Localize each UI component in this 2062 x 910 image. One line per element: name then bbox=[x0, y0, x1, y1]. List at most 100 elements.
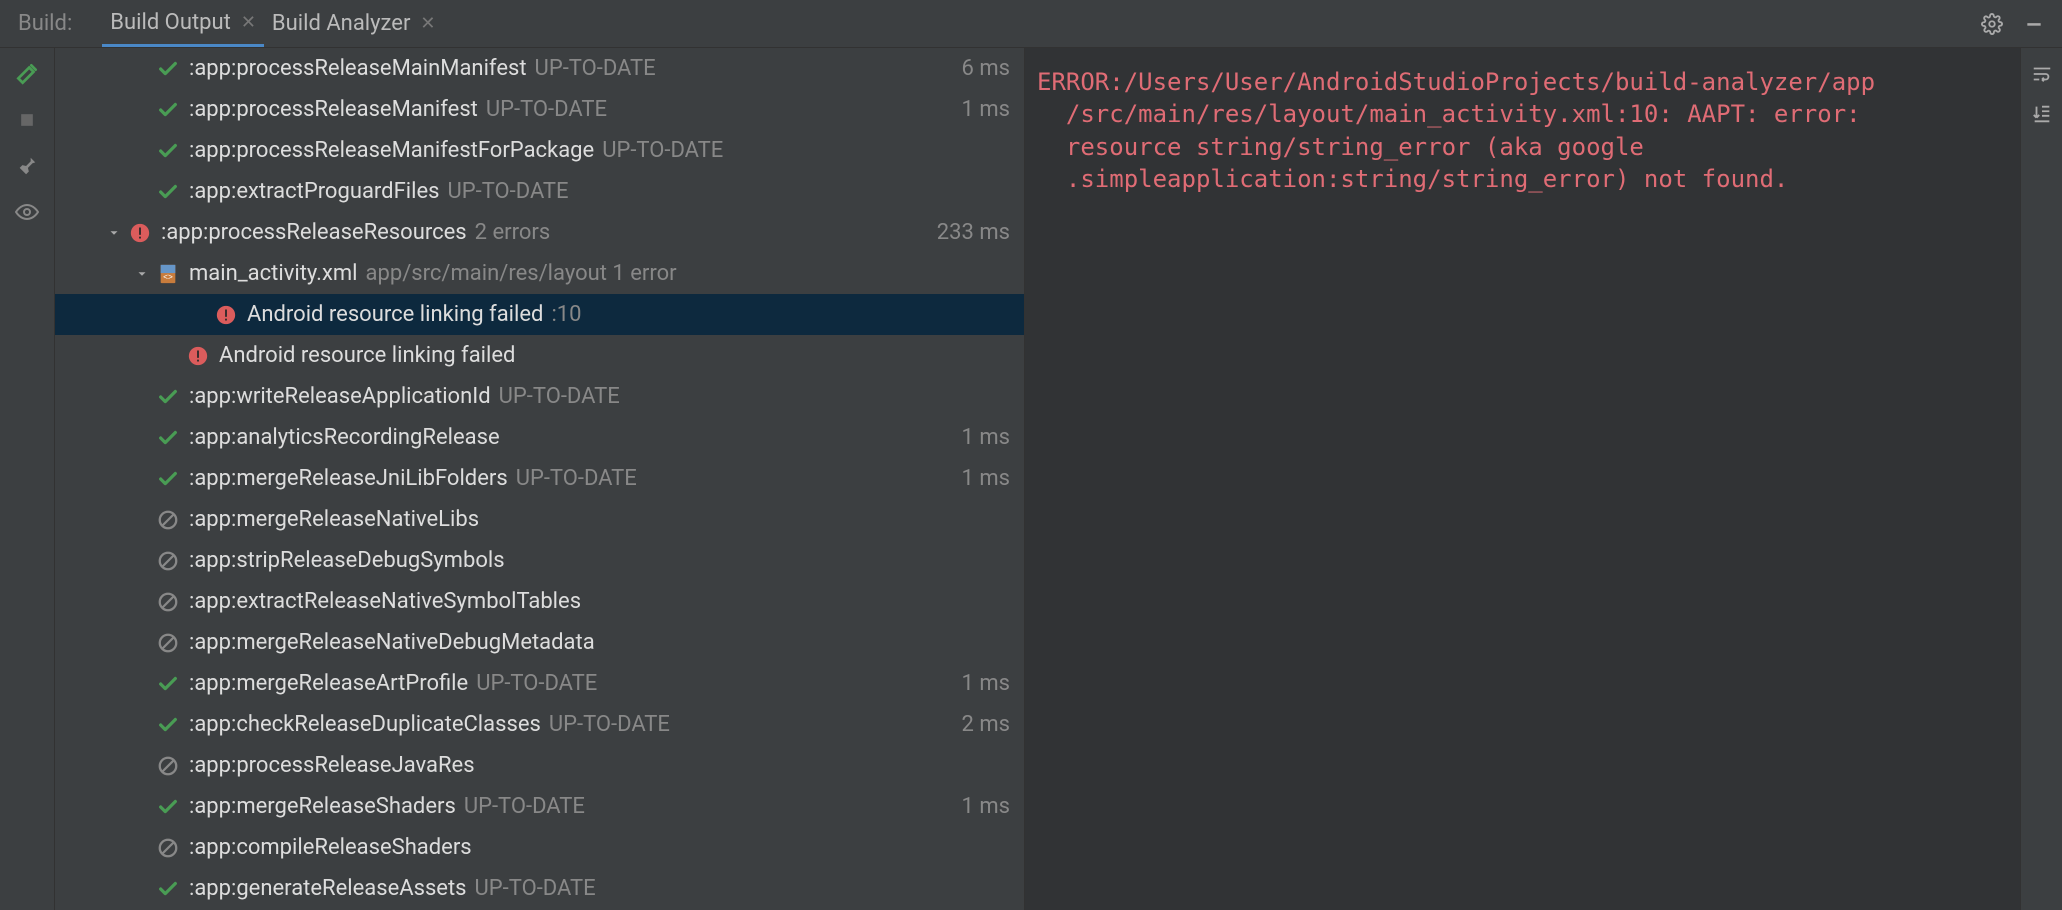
check-icon bbox=[155, 466, 181, 492]
task-name: :app:processReleaseJavaRes bbox=[189, 753, 475, 778]
tree-row[interactable]: :app:compileReleaseShaders bbox=[55, 827, 1024, 868]
check-icon bbox=[155, 97, 181, 123]
check-icon bbox=[155, 794, 181, 820]
tree-row[interactable]: :app:writeReleaseApplicationId UP-TO-DATE bbox=[55, 376, 1024, 417]
task-name: :app:mergeReleaseArtProfile bbox=[189, 671, 468, 696]
build-label: Build: bbox=[18, 11, 72, 36]
tab-label: Build Output bbox=[110, 10, 231, 35]
tree-row[interactable]: :app:processReleaseJavaRes bbox=[55, 745, 1024, 786]
error-line: /src/main/res/layout/main_activity.xml:1… bbox=[1037, 98, 2008, 130]
check-icon bbox=[155, 179, 181, 205]
tree-row[interactable]: :app:checkReleaseDuplicateClasses UP-TO-D… bbox=[55, 704, 1024, 745]
close-icon[interactable]: ✕ bbox=[420, 13, 435, 34]
task-status: 2 errors bbox=[475, 220, 551, 245]
skip-icon bbox=[155, 507, 181, 533]
task-name: :app:mergeReleaseShaders bbox=[189, 794, 456, 819]
minimize-icon[interactable] bbox=[2022, 12, 2046, 36]
skip-icon bbox=[155, 589, 181, 615]
task-status: :10 bbox=[551, 302, 581, 327]
chevron-down-icon[interactable] bbox=[129, 267, 155, 281]
tree-row[interactable]: :app:mergeReleaseJniLibFolders UP-TO-DATE… bbox=[55, 458, 1024, 499]
task-status: UP-TO-DATE bbox=[549, 712, 670, 737]
task-name: Android resource linking failed bbox=[247, 302, 543, 327]
check-icon bbox=[155, 56, 181, 82]
task-status: UP-TO-DATE bbox=[486, 97, 607, 122]
tree-row[interactable]: :app:processReleaseManifest UP-TO-DATE 1 m… bbox=[55, 89, 1024, 130]
task-status: UP-TO-DATE bbox=[464, 794, 585, 819]
gear-icon[interactable] bbox=[1980, 12, 2004, 36]
task-status: app/src/main/res/layout 1 error bbox=[366, 261, 677, 286]
svg-text:<>: <> bbox=[163, 272, 173, 281]
tree-row[interactable]: :app:stripReleaseDebugSymbols bbox=[55, 540, 1024, 581]
task-status: UP-TO-DATE bbox=[447, 179, 568, 204]
tree-row[interactable]: :app:mergeReleaseNativeLibs bbox=[55, 499, 1024, 540]
task-name: :app:analyticsRecordingRelease bbox=[189, 425, 500, 450]
tab-label: Build Analyzer bbox=[272, 11, 411, 36]
skip-icon bbox=[155, 835, 181, 861]
tree-row[interactable]: :app:generateReleaseAssetsUP-TO-DATE bbox=[55, 868, 1024, 909]
scroll-end-icon[interactable] bbox=[2028, 100, 2056, 128]
tree-row[interactable]: <>main_activity.xmlapp/src/main/res/layo… bbox=[55, 253, 1024, 294]
close-icon[interactable]: ✕ bbox=[241, 12, 256, 33]
task-name: :app:stripReleaseDebugSymbols bbox=[189, 548, 505, 573]
task-name: :app:writeReleaseApplicationId bbox=[189, 384, 491, 409]
task-name: :app:mergeReleaseNativeDebugMetadata bbox=[189, 630, 595, 655]
check-icon bbox=[155, 671, 181, 697]
tab-build-analyzer[interactable]: Build Analyzer ✕ bbox=[264, 0, 444, 47]
task-name: :app:checkReleaseDuplicateClasses bbox=[189, 712, 541, 737]
task-status: UP-TO-DATE bbox=[476, 671, 597, 696]
task-name: :app:extractReleaseNativeSymbolTables bbox=[189, 589, 581, 614]
task-time: 6 ms bbox=[962, 56, 1010, 81]
check-icon bbox=[155, 384, 181, 410]
eye-icon[interactable] bbox=[13, 198, 41, 226]
task-name: :app:mergeReleaseJniLibFolders bbox=[189, 466, 508, 491]
tree-row[interactable]: :app:processReleaseManifestForPackageUP-… bbox=[55, 130, 1024, 171]
chevron-down-icon[interactable] bbox=[101, 226, 127, 240]
left-toolbar bbox=[0, 48, 55, 910]
tree-row[interactable]: :app:mergeReleaseArtProfile UP-TO-DATE 1 m… bbox=[55, 663, 1024, 704]
error-line: ERROR:/Users/User/AndroidStudioProjects/… bbox=[1037, 66, 2008, 98]
error-line: resource string/string_error (aka google bbox=[1037, 131, 2008, 163]
wrap-icon[interactable] bbox=[2028, 60, 2056, 88]
error-icon bbox=[213, 302, 239, 328]
pin-icon[interactable] bbox=[13, 152, 41, 180]
hammer-icon[interactable] bbox=[13, 60, 41, 88]
task-status: UP-TO-DATE bbox=[516, 466, 637, 491]
check-icon bbox=[155, 138, 181, 164]
tree-row[interactable]: :app:extractReleaseNativeSymbolTables bbox=[55, 581, 1024, 622]
task-status: UP-TO-DATE bbox=[535, 56, 656, 81]
tree-row[interactable]: :app:processReleaseMainManifestUP-TO-DAT… bbox=[55, 48, 1024, 89]
right-toolbar bbox=[2020, 48, 2062, 910]
error-icon bbox=[185, 343, 211, 369]
task-time: 1 ms bbox=[962, 97, 1010, 122]
task-time: 2 ms bbox=[962, 712, 1010, 737]
task-time: 1 ms bbox=[962, 425, 1010, 450]
task-name: :app:extractProguardFiles bbox=[189, 179, 439, 204]
stop-icon[interactable] bbox=[13, 106, 41, 134]
task-name: :app:generateReleaseAssets bbox=[189, 876, 467, 901]
task-time: 1 ms bbox=[962, 671, 1010, 696]
tree-row[interactable]: :app:processReleaseResources 2 errors 233 … bbox=[55, 212, 1024, 253]
task-name: :app:processReleaseManifest bbox=[189, 97, 478, 122]
tab-build-output[interactable]: Build Output ✕ bbox=[102, 0, 264, 47]
task-name: Android resource linking failed bbox=[219, 343, 515, 368]
task-time: 1 ms bbox=[962, 466, 1010, 491]
skip-icon bbox=[155, 753, 181, 779]
tree-row[interactable]: :app:mergeReleaseShaders UP-TO-DATE 1 ms bbox=[55, 786, 1024, 827]
tree-row[interactable]: :app:mergeReleaseNativeDebugMetadata bbox=[55, 622, 1024, 663]
build-tree[interactable]: :app:processReleaseMainManifestUP-TO-DAT… bbox=[55, 48, 1025, 910]
tree-row[interactable]: :app:analyticsRecordingRelease 1 ms bbox=[55, 417, 1024, 458]
task-status: UP-TO-DATE bbox=[499, 384, 620, 409]
check-icon bbox=[155, 425, 181, 451]
tree-row[interactable]: Android resource linking failed bbox=[55, 335, 1024, 376]
tree-row[interactable]: :app:extractProguardFiles UP-TO-DATE bbox=[55, 171, 1024, 212]
task-name: :app:mergeReleaseNativeLibs bbox=[189, 507, 479, 532]
error-icon bbox=[127, 220, 153, 246]
tree-row[interactable]: Android resource linking failed :10 bbox=[55, 294, 1024, 335]
task-time: 1 ms bbox=[962, 794, 1010, 819]
skip-icon bbox=[155, 548, 181, 574]
task-name: :app:compileReleaseShaders bbox=[189, 835, 472, 860]
error-detail-panel: ERROR:/Users/User/AndroidStudioProjects/… bbox=[1025, 48, 2020, 910]
task-name: :app:processReleaseResources bbox=[161, 220, 467, 245]
task-time: 233 ms bbox=[937, 220, 1010, 245]
